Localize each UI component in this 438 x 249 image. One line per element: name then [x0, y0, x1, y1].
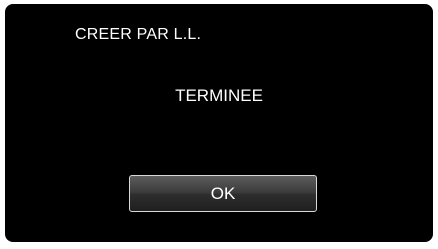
ok-button[interactable]: OK — [129, 175, 317, 212]
dialog-panel: CREER PAR L.L. TERMINEE OK — [5, 4, 433, 242]
camera-screen: CREER PAR L.L. TERMINEE OK — [0, 0, 438, 249]
status-message: TERMINEE — [175, 86, 263, 105]
dialog-title: CREER PAR L.L. — [75, 26, 202, 43]
